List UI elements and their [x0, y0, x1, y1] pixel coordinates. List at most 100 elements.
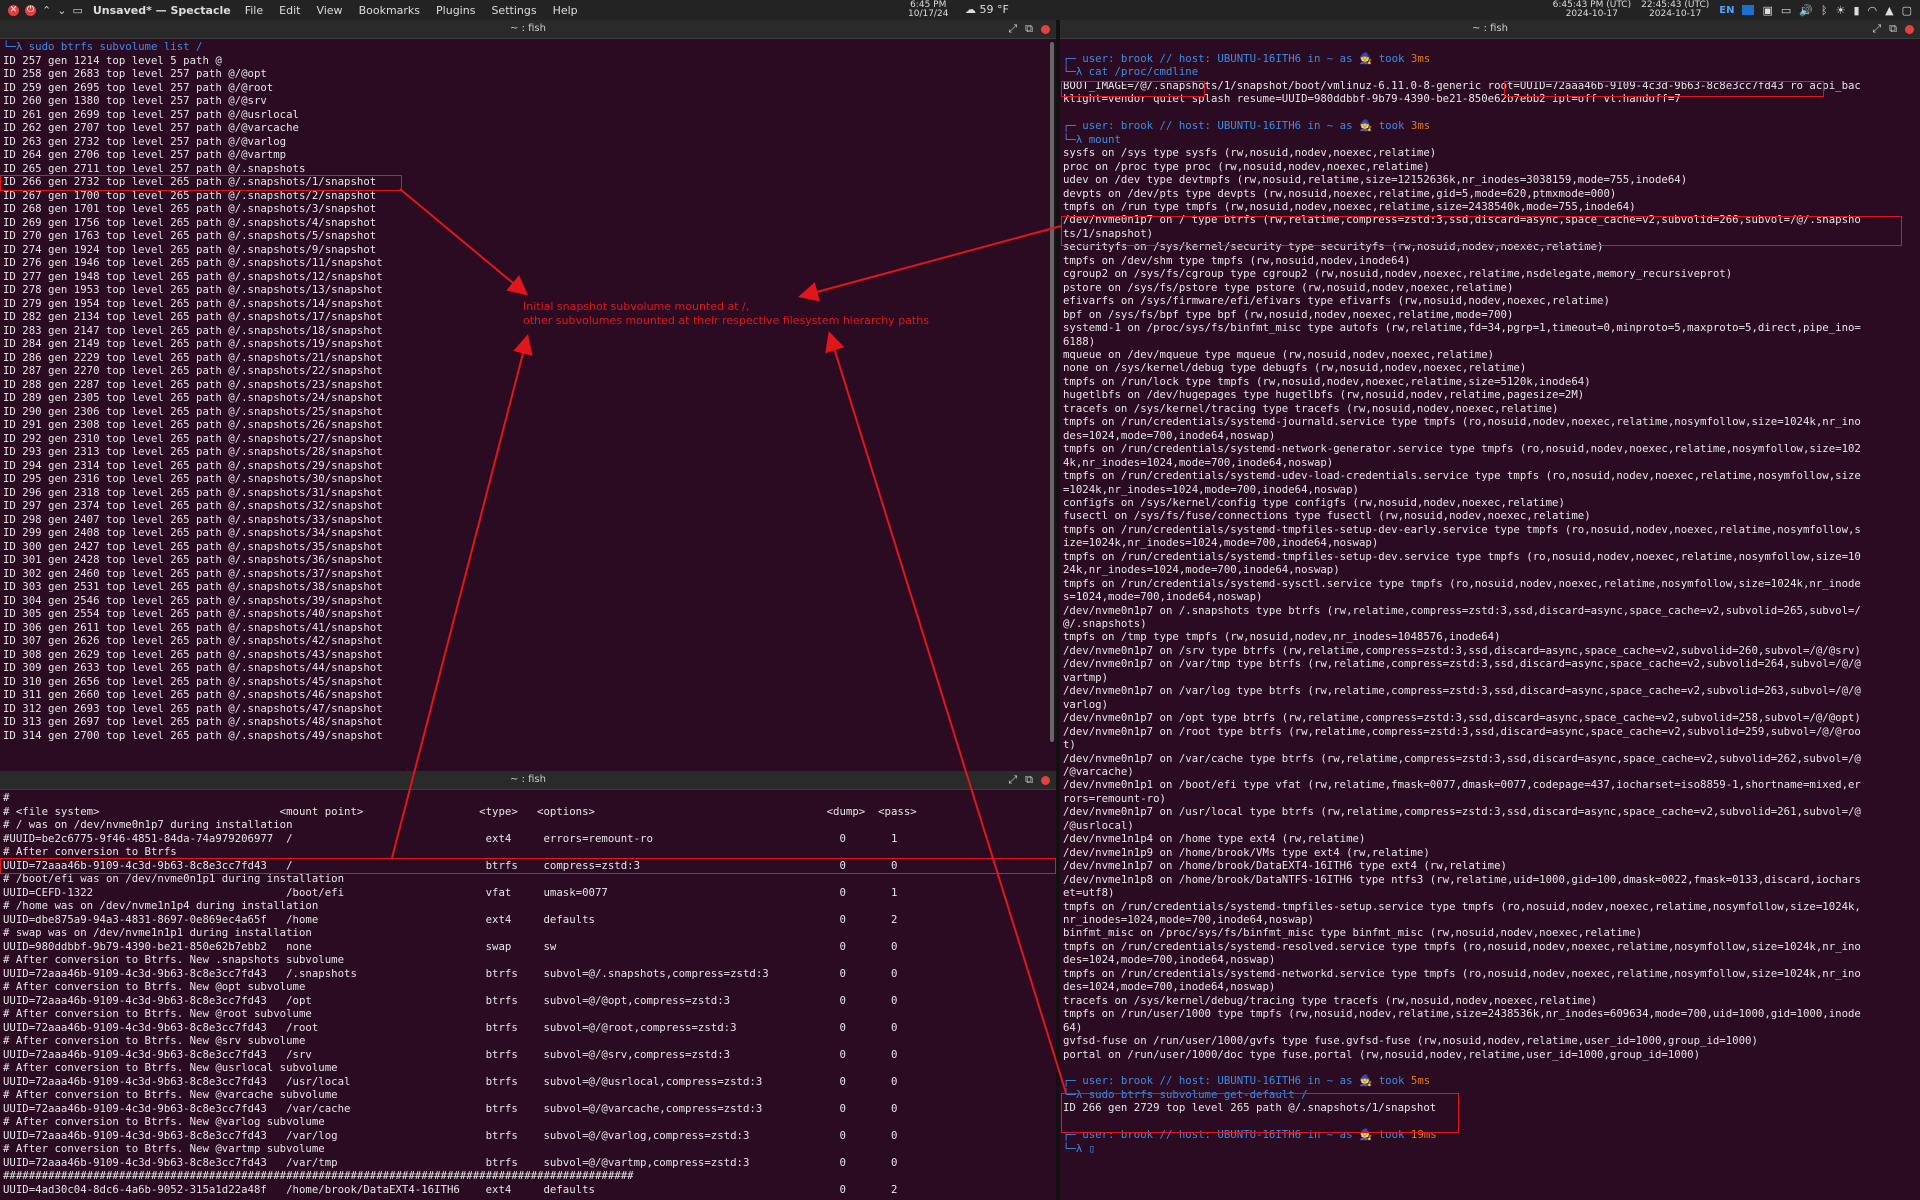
clipboard-icon[interactable]: ▣: [1762, 4, 1772, 17]
fstab-line: # After conversion to Btrfs. New @srv su…: [3, 1034, 306, 1047]
fstab-output[interactable]: # # <file system> <mount point> <type> <…: [3, 791, 1052, 1196]
terminal-pane-bottom-left[interactable]: ~ : fish ⤢ ⧉ # # <file system> <mount po…: [0, 771, 1056, 1200]
mount-line: 4k,nr_inodes=1024,mode=700,inode64,noswa…: [1063, 455, 1334, 469]
scrollbar[interactable]: [1050, 42, 1054, 742]
mount-line: portal on /run/user/1000/doc type fuse.p…: [1063, 1047, 1701, 1061]
mount-line: tmpfs on /dev/shm type tmpfs (rw,nosuid,…: [1063, 253, 1411, 267]
terminal-pane-top-left[interactable]: ~ : fish ⤢ ⧉ └─λ sudo btrfs subvolume li…: [0, 20, 1056, 770]
mount-line: tracefs on /sys/kernel/debug/tracing typ…: [1063, 993, 1598, 1007]
mount-line: s=1024,mode=700,inode64,noswap): [1063, 590, 1263, 604]
new-tab-icon[interactable]: ⧉: [1025, 20, 1033, 38]
new-tab-icon[interactable]: ⧉: [1025, 771, 1033, 789]
mount-line: sysfs on /sys type sysfs (rw,nosuid,node…: [1063, 146, 1437, 160]
keyboard-layout-indicator[interactable]: EN: [1719, 5, 1734, 16]
mount-line: configfs on /sys/kernel/config type conf…: [1063, 495, 1565, 509]
fstab-line: # After conversion to Btrfs. New @vartmp…: [3, 1142, 325, 1155]
menu-file[interactable]: File: [245, 4, 263, 17]
split-icon[interactable]: ⤢: [1008, 20, 1017, 38]
weather-widget[interactable]: ☁ 59 °F: [965, 3, 1009, 16]
subvolume-line: ID 268 gen 1701 top level 265 path @/.sn…: [3, 202, 377, 215]
close-icon[interactable]: ✕: [8, 4, 19, 16]
mount-line: /dev/nvme1n1p9 on /home/brook/VMs type e…: [1063, 845, 1430, 859]
fstab-line: UUID=72aaa46b-9109-4c3d-9b63-8c8e3cc7fd4…: [3, 1020, 898, 1034]
battery-icon[interactable]: ▮: [1853, 4, 1859, 17]
mount-line: /dev/nvme0n1p7 on /var/tmp type btrfs (r…: [1063, 657, 1861, 671]
subvolume-line: ID 287 gen 2270 top level 265 path @/.sn…: [3, 364, 383, 377]
subvolume-line: ID 304 gen 2546 top level 265 path @/.sn…: [3, 593, 383, 607]
power-icon[interactable]: ⏻: [25, 4, 36, 16]
terminal-output[interactable]: └─λ sudo btrfs subvolume list / ID 257 g…: [3, 40, 1052, 742]
close-pane-icon[interactable]: [1041, 24, 1050, 34]
subvolume-line: ID 288 gen 2287 top level 265 path @/.sn…: [3, 377, 383, 391]
split-icon[interactable]: ⤢: [1008, 771, 1017, 789]
highlight-box-get-default: [1061, 1093, 1459, 1133]
menu-bookmarks[interactable]: Bookmarks: [359, 4, 420, 17]
mount-line: binfmt_misc on /proc/sys/fs/binfmt_misc …: [1063, 926, 1643, 940]
took-time: 5ms: [1410, 1074, 1431, 1088]
highlight-box-root-mount: [1061, 216, 1902, 246]
subvolume-line: ID 307 gen 2626 top level 265 path @/.sn…: [3, 634, 383, 647]
subvolume-line: ID 309 gen 2633 top level 265 path @/.sn…: [3, 661, 383, 674]
mount-line: tmpfs on /run/credentials/systemd-networ…: [1063, 442, 1861, 456]
mount-line: /dev/nvme1n1p4 on /home type ext4 (rw,re…: [1063, 832, 1366, 846]
command-line: └─λ sudo btrfs subvolume list /: [3, 40, 203, 53]
mount-line: fusectl on /sys/fs/fuse/connections type…: [1063, 509, 1591, 523]
subvolume-line: ID 299 gen 2408 top level 265 path @/.sn…: [3, 526, 383, 539]
system-icon[interactable]: ▢: [1902, 4, 1912, 17]
pane-titlebar: ~ : fish ⤢ ⧉: [0, 20, 1056, 39]
clock-date: 10/17/24: [908, 9, 949, 19]
wifi-icon[interactable]: ◠: [1868, 4, 1878, 17]
menu-help[interactable]: Help: [553, 4, 578, 17]
terminal-pane-right[interactable]: ~ : fish ⤢ ⧉ ┌─ user: brook // host: UBU…: [1060, 20, 1920, 1200]
menu-plugins[interactable]: Plugins: [436, 4, 475, 17]
subvolume-line: ID 302 gen 2460 top level 265 path @/.sn…: [3, 566, 383, 580]
subvolume-line: ID 279 gen 1954 top level 265 path @/.sn…: [3, 296, 383, 310]
display-icon[interactable]: ▭: [1781, 4, 1791, 17]
subvolume-line: ID 301 gen 2428 top level 265 path @/.sn…: [3, 553, 383, 566]
clock-utc[interactable]: 22:45:43 (UTC) 2024-10-17: [1641, 1, 1709, 19]
subvolume-line: ID 313 gen 2697 top level 265 path @/.sn…: [3, 715, 383, 728]
mount-line: /@varcache): [1063, 765, 1134, 779]
flag-icon[interactable]: [1742, 5, 1755, 15]
close-pane-icon[interactable]: [1041, 775, 1050, 785]
clock-local[interactable]: 6:45:43 PM (UTC) 2024-10-17: [1553, 1, 1631, 19]
subvolume-line: ID 298 gen 2407 top level 265 path @/.sn…: [3, 512, 383, 526]
chevron-up-icon[interactable]: ⌃: [42, 4, 51, 17]
menu-edit[interactable]: Edit: [279, 4, 300, 17]
fstab-line: # /home was on /dev/nvme1n1p4 during ins…: [3, 899, 319, 912]
mount-line: tmpfs on /run/credentials/systemd-tmpfil…: [1063, 899, 1861, 913]
fstab-line: # <file system> <mount point> <type> <op…: [3, 804, 917, 818]
subvolume-line: ID 263 gen 2732 top level 257 path @/@va…: [3, 134, 287, 148]
chevron-down-icon[interactable]: ⌄: [57, 4, 66, 17]
fstab-line: UUID=CEFD-1322 /boot/efi vfat umask=0077…: [3, 885, 898, 899]
fstab-line: UUID=72aaa46b-9109-4c3d-9b63-8c8e3cc7fd4…: [3, 1047, 898, 1061]
digital-clock[interactable]: 6:45 PM 10/17/24: [908, 1, 948, 19]
mount-line: /dev/nvme1n1p7 on /home/brook/DataEXT4-1…: [1063, 859, 1507, 873]
fstab-line: UUID=72aaa46b-9109-4c3d-9b63-8c8e3cc7fd4…: [3, 966, 898, 980]
mount-line: /dev/nvme0n1p7 on /opt type btrfs (rw,re…: [1063, 711, 1861, 725]
brightness-icon[interactable]: ☀: [1836, 4, 1846, 17]
subvolume-line: ID 296 gen 2318 top level 265 path @/.sn…: [3, 485, 383, 499]
command-line: └─λ ▯: [1063, 1141, 1096, 1155]
volume-icon[interactable]: 🔊: [1799, 4, 1813, 17]
close-pane-icon[interactable]: [1905, 24, 1914, 34]
subvolume-line: ID 264 gen 2706 top level 257 path @/@va…: [3, 148, 287, 161]
menu-settings[interactable]: Settings: [491, 4, 536, 17]
menu-view[interactable]: View: [316, 4, 342, 17]
mount-line: /dev/nvme0n1p7 on /.snapshots type btrfs…: [1063, 603, 1861, 617]
subvolume-line: ID 270 gen 1763 top level 265 path @/.sn…: [3, 229, 377, 242]
split-icon[interactable]: ⤢: [1872, 20, 1881, 38]
new-tab-icon[interactable]: ⧉: [1889, 20, 1897, 38]
pane-title: ~ : fish: [1472, 23, 1508, 34]
took-time: 3ms: [1410, 119, 1431, 133]
mount-output: sysfs on /sys type sysfs (rw,nosuid,node…: [1063, 146, 1861, 1060]
mount-line: pstore on /sys/fs/pstore type pstore (rw…: [1063, 280, 1514, 294]
bluetooth-icon[interactable]: ᛒ: [1821, 4, 1828, 17]
subvolume-line: ID 306 gen 2611 top level 265 path @/.sn…: [3, 620, 383, 634]
prompt-line: ┌─ user: brook // host: UBUNTU-16ITH6 in…: [1063, 119, 1411, 133]
notifications-icon[interactable]: ▲: [1885, 4, 1893, 17]
prompt-line: ┌─ user: brook // host: UBUNTU-16ITH6 in…: [1063, 52, 1411, 65]
fstab-line: ########################################…: [3, 1169, 634, 1182]
highlight-box-boot-image: [1061, 81, 1205, 97]
subvolume-line: ID 274 gen 1924 top level 265 path @/.sn…: [3, 242, 377, 256]
